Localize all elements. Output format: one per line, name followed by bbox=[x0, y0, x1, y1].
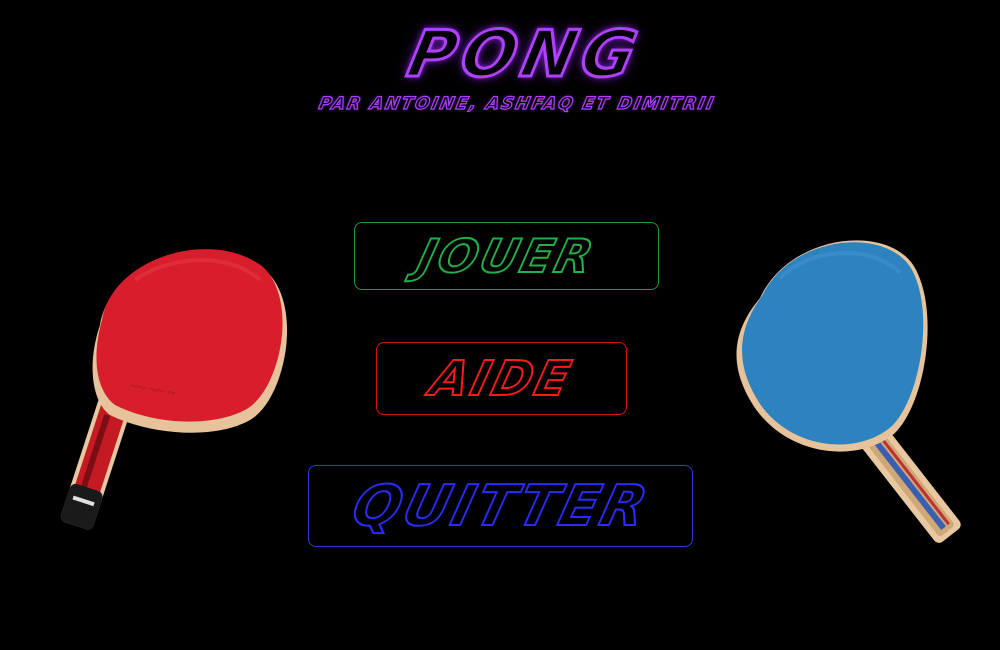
play-button-label: JOUER bbox=[411, 228, 602, 284]
quit-button[interactable]: QUITTER bbox=[308, 465, 693, 547]
help-button[interactable]: AIDE bbox=[376, 342, 627, 415]
blue-ping-pong-paddle-icon bbox=[736, 240, 961, 543]
quit-button-label: QUITTER bbox=[344, 473, 656, 540]
game-title: PONG bbox=[400, 17, 650, 94]
main-menu-screen: PONG PAR ANTOINE, ASHFAQ ET DIMITRII JOU… bbox=[0, 0, 1000, 650]
play-button[interactable]: JOUER bbox=[354, 222, 659, 290]
game-subtitle: PAR ANTOINE, ASHFAQ ET DIMITRII bbox=[316, 93, 718, 114]
help-button-label: AIDE bbox=[424, 350, 580, 408]
red-ping-pong-paddle-icon: ~~ ~~ ~ bbox=[60, 249, 288, 530]
